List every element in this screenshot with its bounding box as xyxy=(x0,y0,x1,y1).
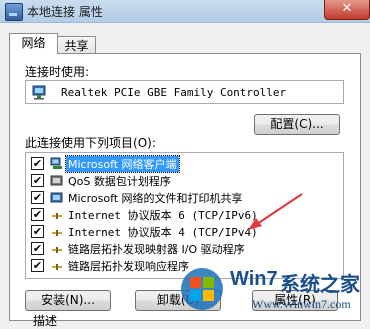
title-bar: 本地连接 属性 xyxy=(0,0,370,23)
item-label: 链路层拓扑发现映射器 I/O 驱动程序 xyxy=(68,243,245,256)
qos-icon xyxy=(50,175,63,186)
item-checkbox[interactable]: ✔ xyxy=(31,191,44,204)
connect-using-label: 连接时使用: xyxy=(25,65,90,79)
watermark-brand: Win7 xyxy=(230,268,278,290)
list-item[interactable]: ✔ 链路层拓扑发现映射器 I/O 驱动程序 xyxy=(26,240,343,257)
file-share-icon xyxy=(50,192,63,203)
item-label: Internet 协议版本 4 (TCP/IPv4) xyxy=(68,226,258,239)
item-label: Microsoft 网络的文件和打印机共享 xyxy=(68,192,243,205)
item-checkbox[interactable]: ✔ xyxy=(31,242,44,255)
list-item[interactable]: ✔ Microsoft 网络客户端 xyxy=(26,155,343,173)
protocol-icon xyxy=(52,213,62,219)
win7-logo-icon xyxy=(181,268,223,310)
item-checkbox[interactable]: ✔ xyxy=(31,225,44,238)
item-checkbox[interactable]: ✔ xyxy=(31,259,44,272)
tab-network[interactable]: 网络 xyxy=(9,33,58,54)
network-client-icon xyxy=(50,157,62,169)
configure-button[interactable]: 配置(C)... xyxy=(254,114,340,135)
close-button[interactable]: ✕ xyxy=(324,0,370,20)
item-label: Internet 协议版本 6 (TCP/IPv6) xyxy=(68,209,258,222)
network-connection-icon xyxy=(5,3,23,21)
network-adapter-icon xyxy=(32,85,46,100)
protocol-icon xyxy=(52,264,62,270)
install-button[interactable]: 安装(N)... xyxy=(25,290,111,311)
protocol-icon xyxy=(52,230,62,236)
item-label: QoS 数据包计划程序 xyxy=(68,175,171,188)
item-checkbox[interactable]: ✔ xyxy=(31,208,44,221)
items-label: 此连接使用下列项目(O): xyxy=(25,136,156,150)
watermark: Win7 系统之家 Www.Winwin7.com xyxy=(168,262,370,321)
watermark-brand-suffix: 系统之家 xyxy=(280,272,360,296)
adapter-box: Realtek PCIe GBE Family Controller xyxy=(25,80,344,104)
adapter-name: Realtek PCIe GBE Family Controller xyxy=(61,86,287,99)
watermark-url: Www.Winwin7.com xyxy=(252,297,351,311)
list-item[interactable]: ✔ QoS 数据包计划程序 xyxy=(26,172,343,189)
annotation-arrow-icon xyxy=(248,193,303,230)
window-title: 本地连接 属性 xyxy=(27,5,103,19)
item-checkbox[interactable]: ✔ xyxy=(31,174,44,187)
protocol-icon xyxy=(52,247,62,253)
item-checkbox[interactable]: ✔ xyxy=(31,157,44,170)
item-label: Microsoft 网络客户端 xyxy=(65,155,180,173)
